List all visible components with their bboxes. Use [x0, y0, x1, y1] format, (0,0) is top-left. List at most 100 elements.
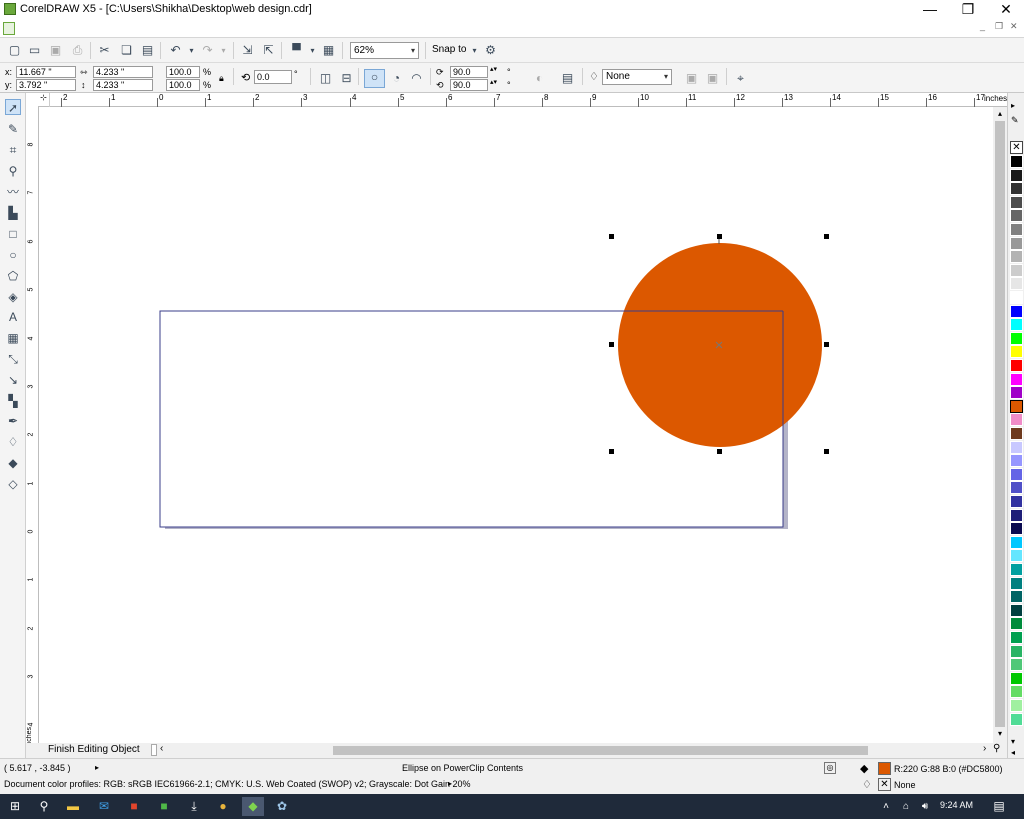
- scroll-right-icon[interactable]: ›: [983, 743, 986, 754]
- launcher-dropdown-icon[interactable]: ▾: [305, 43, 320, 58]
- horizontal-ruler[interactable]: ⊹ 2 1 0 1 2 3 4 5 6 7 8 9 10 11 12 13 14 15 16 17 inches: [38, 93, 1008, 107]
- palette-swatch[interactable]: [1010, 304, 1023, 318]
- no-color-swatch[interactable]: ✕: [1010, 141, 1023, 154]
- shape-tool-icon[interactable]: ✎: [5, 121, 21, 137]
- palette-swatch[interactable]: [1010, 399, 1023, 413]
- arc-mode-icon[interactable]: ◠: [409, 71, 424, 86]
- chrome-icon[interactable]: ●: [212, 797, 234, 816]
- interactive-fill-tool-icon[interactable]: ◇: [5, 476, 21, 492]
- doc-restore-button[interactable]: ❐: [995, 21, 1003, 32]
- mirror-vertical-icon[interactable]: ⊟: [339, 71, 354, 86]
- palette-swatch[interactable]: [1010, 454, 1023, 468]
- palette-swatch[interactable]: [1010, 576, 1023, 590]
- open-folder-icon[interactable]: ▭: [27, 43, 42, 58]
- palette-swatch[interactable]: [1010, 345, 1023, 359]
- palette-swatch[interactable]: [1010, 291, 1023, 304]
- palette-swatch[interactable]: [1010, 590, 1023, 604]
- paint-icon[interactable]: ✿: [271, 797, 293, 816]
- volume-icon[interactable]: 🔊︎: [914, 797, 936, 816]
- application-launcher-icon[interactable]: ▀: [289, 43, 304, 58]
- scroll-down-icon[interactable]: ▾: [993, 729, 1007, 739]
- outline-pen-tool-icon[interactable]: ♢: [5, 434, 21, 450]
- undo-dropdown-icon[interactable]: ▾: [184, 43, 199, 58]
- palette-swatch[interactable]: [1010, 603, 1023, 617]
- ellipse-tool-icon[interactable]: ○: [5, 247, 21, 263]
- palette-swatch[interactable]: [1010, 671, 1023, 685]
- dimension-tool-icon[interactable]: ⤡: [5, 351, 21, 367]
- connector-tool-icon[interactable]: ↘: [5, 372, 21, 388]
- doc-close-button[interactable]: ✕: [1010, 21, 1018, 32]
- palette-swatch[interactable]: [1010, 277, 1023, 291]
- polygon-tool-icon[interactable]: ⬠: [5, 268, 21, 284]
- cut-icon[interactable]: ✂: [97, 43, 112, 58]
- fill-tool-icon[interactable]: ◆: [5, 455, 21, 471]
- x-position-field[interactable]: 11.667 ": [16, 66, 76, 78]
- object-height-field[interactable]: 4.233 ": [93, 79, 153, 91]
- palette-scroll-down-icon[interactable]: ▾: [1011, 737, 1015, 746]
- status-expand-icon[interactable]: ▸: [95, 763, 99, 772]
- redo-icon[interactable]: ↷: [200, 43, 215, 58]
- mail-icon[interactable]: ✉: [93, 797, 115, 816]
- palette-swatch[interactable]: [1010, 168, 1023, 182]
- vertical-scrollbar[interactable]: ▴ ▾: [993, 107, 1007, 743]
- outline-width-dropdown[interactable]: None ▾: [602, 69, 672, 85]
- drawing-canvas[interactable]: [39, 107, 993, 743]
- pick-tool-icon[interactable]: ➚: [5, 99, 21, 115]
- wrap-text-icon[interactable]: ▤: [560, 71, 575, 86]
- welcome-screen-icon[interactable]: ▦: [321, 43, 336, 58]
- palette-swatch[interactable]: [1010, 617, 1023, 631]
- paste-icon[interactable]: ▤: [140, 43, 155, 58]
- blend-tool-icon[interactable]: ▚: [5, 393, 21, 409]
- palette-swatch[interactable]: [1010, 481, 1023, 495]
- palette-swatch[interactable]: [1010, 644, 1023, 658]
- finish-editing-object-tab[interactable]: Finish Editing Object: [48, 744, 140, 755]
- crop-tool-icon[interactable]: ⌗: [5, 142, 21, 158]
- change-direction-icon[interactable]: ◐: [532, 71, 547, 86]
- scale-y-field[interactable]: 100.0: [166, 79, 200, 91]
- mirror-horizontal-icon[interactable]: ◫: [318, 71, 333, 86]
- palette-swatch[interactable]: [1010, 372, 1023, 386]
- vertical-scroll-thumb[interactable]: [995, 121, 1005, 727]
- palette-swatch[interactable]: [1010, 209, 1023, 223]
- zoom-tool-icon[interactable]: ⚲: [5, 163, 21, 179]
- palette-swatch[interactable]: [1010, 699, 1023, 712]
- zoom-level-dropdown[interactable]: 62% ▾: [350, 42, 419, 59]
- palette-swatch[interactable]: [1010, 318, 1023, 332]
- coreldraw-taskbar-icon[interactable]: ■: [153, 797, 175, 816]
- rectangle-tool-icon[interactable]: □: [5, 226, 21, 242]
- clock-time[interactable]: 9:24 AM: [940, 800, 973, 810]
- end-angle-spinner-icon[interactable]: ▴▾: [490, 77, 497, 89]
- pie-mode-icon[interactable]: ◔: [389, 71, 404, 86]
- options-icon[interactable]: ⚙: [483, 43, 498, 58]
- palette-swatch[interactable]: [1010, 182, 1023, 196]
- palette-swatch[interactable]: [1010, 413, 1023, 427]
- palette-swatch[interactable]: [1010, 263, 1023, 277]
- scale-x-field[interactable]: 100.0: [166, 66, 200, 78]
- text-tool-icon[interactable]: A: [5, 309, 21, 325]
- snap-to-button[interactable]: Snap to: [432, 44, 466, 55]
- color-profiles-text[interactable]: Document color profiles: RGB: sRGB IEC61…: [4, 779, 471, 789]
- palette-swatch[interactable]: [1010, 631, 1023, 644]
- convert-to-curves-icon[interactable]: ⌖: [733, 71, 748, 86]
- palette-swatch[interactable]: [1010, 427, 1023, 440]
- palette-swatch[interactable]: [1010, 223, 1023, 236]
- palette-swatch[interactable]: [1010, 386, 1023, 400]
- ellipse-mode-icon[interactable]: ○: [364, 69, 385, 88]
- scroll-up-icon[interactable]: ▴: [993, 109, 1007, 119]
- chevron-up-icon[interactable]: ˄: [875, 797, 897, 816]
- print-icon[interactable]: ⎙: [70, 43, 85, 58]
- palette-swatch[interactable]: [1010, 495, 1023, 508]
- corel-app-icon[interactable]: ■: [123, 797, 145, 816]
- fill-color-swatch[interactable]: [878, 762, 891, 775]
- palette-swatch[interactable]: [1010, 685, 1023, 699]
- palette-swatch[interactable]: [1010, 563, 1023, 576]
- basic-shapes-tool-icon[interactable]: ◈: [5, 289, 21, 305]
- palette-swatch[interactable]: [1010, 467, 1023, 481]
- undo-icon[interactable]: ↶: [168, 43, 183, 58]
- zoom-navigator-icon[interactable]: ⚲: [993, 743, 1000, 754]
- new-document-icon[interactable]: ▢: [7, 43, 22, 58]
- close-button[interactable]: ✕: [988, 0, 1024, 20]
- palette-swatch[interactable]: [1010, 508, 1023, 522]
- lock-ratio-icon[interactable]: 🔒︎: [219, 72, 224, 84]
- start-angle-spinner-icon[interactable]: ▴▾: [490, 64, 497, 76]
